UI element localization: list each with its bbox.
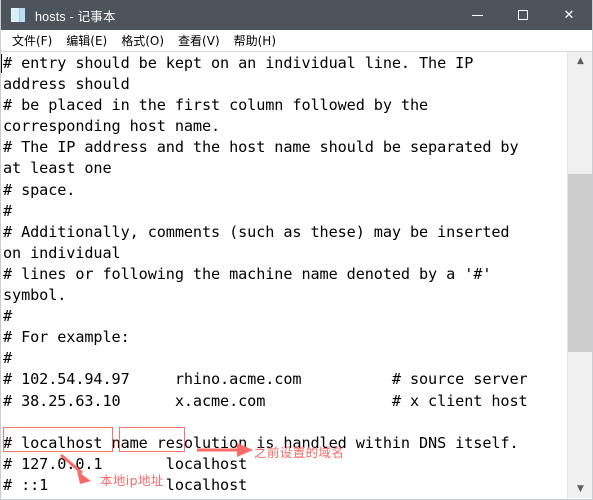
menu-item-edit[interactable]: 编辑(E) (59, 31, 114, 50)
close-icon: ✕ (563, 7, 575, 23)
editor-area: # entry should be kept on an individual … (1, 51, 592, 498)
menu-item-view[interactable]: 查看(V) (171, 31, 227, 50)
minimize-button[interactable] (454, 0, 500, 30)
menu-item-help[interactable]: 帮助(H) (227, 31, 283, 50)
window-title: hosts - 记事本 (35, 9, 116, 24)
minimize-icon (471, 14, 483, 16)
text-editor[interactable]: # entry should be kept on an individual … (1, 52, 567, 498)
menu-item-format[interactable]: 格式(O) (114, 31, 171, 50)
close-button[interactable]: ✕ (546, 0, 592, 30)
scroll-down-arrow-icon[interactable]: ▼ (568, 480, 592, 498)
window-controls: ✕ (454, 0, 592, 30)
title-bar[interactable]: hosts - 记事本 ✕ (1, 0, 592, 30)
notepad-icon (10, 7, 26, 23)
menu-item-file[interactable]: 文件(F) (5, 31, 59, 50)
notepad-window: hosts - 记事本 ✕ 文件(F) 编辑(E) 格式(O) 查看(V) 帮助… (0, 0, 593, 500)
maximize-icon (518, 10, 528, 20)
scrollbar-thumb[interactable] (568, 174, 592, 352)
text-caret (1, 54, 2, 73)
scroll-up-arrow-icon[interactable]: ▲ (568, 52, 592, 70)
menu-bar: 文件(F) 编辑(E) 格式(O) 查看(V) 帮助(H) (1, 30, 592, 51)
vertical-scrollbar[interactable]: ▲ ▼ (567, 52, 592, 498)
hosts-file-text: # entry should be kept on an individual … (3, 54, 528, 494)
maximize-button[interactable] (500, 0, 546, 30)
